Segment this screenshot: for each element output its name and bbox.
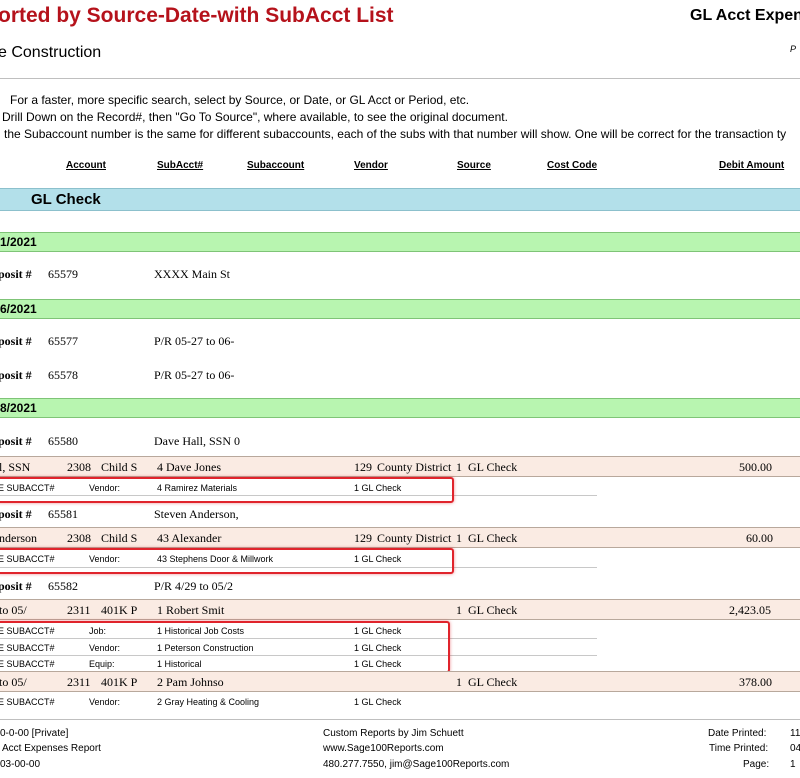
detail-vendor-number: 129 bbox=[354, 460, 372, 474]
detail-account-name: 401K P bbox=[101, 675, 138, 689]
footer-left-line: Acct Expenses Report bbox=[2, 743, 101, 754]
detail-source-number: 1 bbox=[456, 460, 462, 474]
detail-account-number[interactable]: 2311 bbox=[67, 603, 91, 618]
highlight-box bbox=[0, 621, 450, 673]
footer-credit: Custom Reports by Jim Schuett bbox=[323, 728, 464, 739]
detail-subaccount: 4 Dave Jones bbox=[157, 460, 221, 474]
highlight-box bbox=[0, 548, 454, 574]
detail-row: l, SSN 2308 Child S 4 Dave Jones 129 Cou… bbox=[0, 456, 800, 477]
report-title-right: GL Acct Expen bbox=[690, 7, 800, 24]
col-header-subaccount: Subaccount bbox=[247, 160, 305, 171]
detail-amount: 60.00 bbox=[746, 531, 773, 545]
col-header-account: Account bbox=[66, 160, 106, 171]
subacct-source: 1 GL Check bbox=[354, 697, 402, 707]
col-header-cost-code: Cost Code bbox=[547, 160, 597, 171]
date-group-label: 1/2021 bbox=[0, 235, 37, 249]
footer-website-link[interactable]: www.Sage100Reports.com bbox=[323, 743, 444, 754]
deposit-number[interactable]: 65578 bbox=[48, 368, 78, 383]
detail-row: nderson 2308 Child S 43 Alexander 129 Co… bbox=[0, 527, 800, 548]
highlight-box bbox=[0, 477, 454, 503]
detail-account: to 05/ bbox=[0, 675, 27, 689]
subacct-label: E SUBACCT# bbox=[0, 697, 55, 707]
detail-vendor-number: 129 bbox=[354, 531, 372, 545]
deposit-label: posit # bbox=[0, 334, 32, 348]
detail-row: to 05/ 2311 401K P 1 Robert Smit 1 GL Ch… bbox=[0, 599, 800, 620]
deposit-description: Dave Hall, SSN 0 bbox=[154, 434, 240, 448]
detail-source: GL Check bbox=[468, 603, 518, 617]
deposit-label: posit # bbox=[0, 267, 32, 281]
footer-left-line: 0-0-00 [Private] bbox=[0, 728, 69, 739]
detail-vendor-name: County District bbox=[377, 531, 452, 545]
deposit-description: P/R 05-27 to 06- bbox=[154, 334, 235, 348]
footer-left-line: 03-00-00 bbox=[0, 759, 41, 770]
page-marker: P bbox=[790, 44, 797, 54]
detail-vendor-name: County District bbox=[377, 460, 452, 474]
note-line-2: Drill Down on the Record#, then "Go To S… bbox=[2, 110, 508, 124]
detail-source-number: 1 bbox=[456, 603, 462, 617]
deposit-number[interactable]: 65579 bbox=[48, 267, 78, 282]
footer-contact[interactable]: 480.277.7550, jim@Sage100Reports.com bbox=[323, 759, 509, 770]
detail-account-name: 401K P bbox=[101, 603, 138, 617]
detail-subaccount: 1 Robert Smit bbox=[157, 603, 225, 617]
company-name: e Construction bbox=[0, 44, 102, 61]
detail-amount: 500.00 bbox=[739, 460, 772, 474]
date-group-label: 6/2021 bbox=[0, 302, 37, 316]
col-header-vendor: Vendor bbox=[354, 160, 388, 171]
date-group-bar: 1/2021 bbox=[0, 232, 800, 252]
deposit-description: Steven Anderson, bbox=[154, 507, 239, 521]
detail-source: GL Check bbox=[468, 531, 518, 545]
detail-account-number[interactable]: 2308 bbox=[67, 460, 91, 475]
detail-source-number: 1 bbox=[456, 675, 462, 689]
deposit-label: posit # bbox=[0, 507, 32, 521]
detail-account-name: Child S bbox=[101, 531, 138, 545]
detail-subaccount: 2 Pam Johnso bbox=[157, 675, 224, 689]
date-group-bar: 8/2021 bbox=[0, 398, 800, 418]
subacct-kind: Vendor: bbox=[89, 697, 121, 707]
deposit-label: posit # bbox=[0, 579, 32, 593]
detail-amount: 2,423.05 bbox=[729, 603, 771, 617]
detail-account: to 05/ bbox=[0, 603, 27, 617]
deposit-number[interactable]: 65582 bbox=[48, 579, 78, 594]
detail-account-name: Child S bbox=[101, 460, 138, 474]
detail-account: nderson bbox=[0, 531, 37, 545]
col-header-subacct-no: SubAcct# bbox=[157, 160, 204, 171]
col-header-debit-amount: Debit Amount bbox=[719, 160, 785, 171]
detail-account-number[interactable]: 2308 bbox=[67, 531, 91, 546]
detail-amount: 378.00 bbox=[739, 675, 772, 689]
deposit-description: P/R 4/29 to 05/2 bbox=[154, 579, 234, 593]
source-group-bar: GL Check bbox=[0, 188, 800, 211]
page-label: Page: bbox=[743, 759, 770, 770]
note-line-1: For a faster, more specific search, sele… bbox=[10, 93, 470, 107]
detail-account: l, SSN bbox=[0, 460, 31, 474]
detail-source: GL Check bbox=[468, 675, 518, 689]
detail-subaccount: 43 Alexander bbox=[157, 531, 222, 545]
footer-divider bbox=[0, 719, 800, 720]
deposit-number[interactable]: 65581 bbox=[48, 507, 78, 522]
date-printed-label: Date Printed: bbox=[708, 728, 767, 739]
note-line-3: the Subaccount number is the same for di… bbox=[4, 127, 787, 141]
time-printed-value: 04 bbox=[790, 743, 800, 754]
col-header-source: Source bbox=[457, 160, 491, 171]
page-value: 1 bbox=[790, 759, 796, 770]
detail-account-number[interactable]: 2311 bbox=[67, 675, 91, 690]
report-title: orted by Source-Date-with SubAcct List bbox=[0, 4, 394, 27]
deposit-label: posit # bbox=[0, 368, 32, 382]
deposit-number[interactable]: 65580 bbox=[48, 434, 78, 449]
time-printed-label: Time Printed: bbox=[709, 743, 769, 754]
detail-row: to 05/ 2311 401K P 2 Pam Johnso 1 GL Che… bbox=[0, 671, 800, 692]
source-group-label: GL Check bbox=[31, 191, 101, 208]
subacct-name: 2 Gray Heating & Cooling bbox=[157, 697, 260, 707]
date-printed-value: 11 bbox=[790, 728, 800, 739]
deposit-label: posit # bbox=[0, 434, 32, 448]
detail-source-number: 1 bbox=[456, 531, 462, 545]
deposit-description: XXXX Main St bbox=[154, 267, 231, 281]
deposit-description: P/R 05-27 to 06- bbox=[154, 368, 235, 382]
date-group-label: 8/2021 bbox=[0, 401, 37, 415]
date-group-bar: 6/2021 bbox=[0, 299, 800, 319]
detail-source: GL Check bbox=[468, 460, 518, 474]
header-divider bbox=[0, 78, 800, 79]
deposit-number[interactable]: 65577 bbox=[48, 334, 78, 349]
